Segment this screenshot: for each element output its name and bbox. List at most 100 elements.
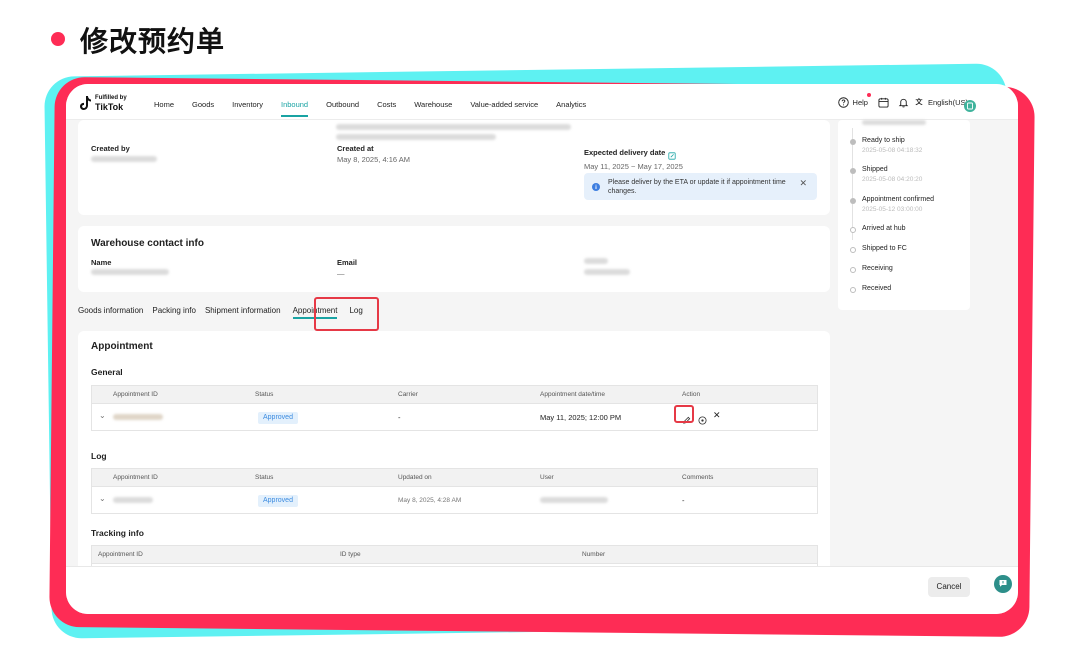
column-header: Action <box>682 391 701 398</box>
expected-delivery-value: May 11, 2025 ~ May 17, 2025 <box>584 162 683 171</box>
chat-icon <box>998 575 1008 593</box>
question-circle-icon <box>838 96 850 108</box>
redacted-appointment-id <box>113 497 153 503</box>
column-header: Status <box>255 474 274 481</box>
redacted-text <box>336 124 571 130</box>
chevron-down-icon[interactable]: ⌄ <box>99 411 106 420</box>
timeline-dot <box>850 139 856 145</box>
appointment-title: Appointment <box>91 341 153 352</box>
carrier-value: - <box>398 413 401 422</box>
column-header: Appointment ID <box>113 474 158 481</box>
appointment-card: Appointment General Appointment ID Statu… <box>78 331 830 575</box>
general-table: Appointment ID Status Carrier Appointmen… <box>91 385 818 431</box>
info-icon <box>592 178 600 196</box>
timeline-label: Shipped to FC <box>862 245 907 252</box>
status-badge: Approved <box>258 495 298 507</box>
column-header: Carrier <box>398 391 418 398</box>
nav-item-costs[interactable]: Costs <box>377 84 396 120</box>
nav-item-inbound[interactable]: Inbound <box>280 84 309 120</box>
timeline-dot <box>850 168 856 174</box>
tracking-info-title: Tracking info <box>91 528 144 538</box>
nav-item-outbound[interactable]: Outbound <box>326 84 359 120</box>
nav-item-inventory[interactable]: Inventory <box>232 84 263 120</box>
nav-menu: Home Goods Inventory Inbound Outbound Co… <box>154 84 604 120</box>
tab-shipment-information[interactable]: Shipment information <box>205 306 281 319</box>
timeline-time: 2025-05-12 03:00:00 <box>862 206 923 213</box>
created-by-label: Created by <box>91 144 130 153</box>
logo-bottom-text: TikTok <box>95 102 124 112</box>
general-title: General <box>91 367 123 377</box>
timeline-dot <box>850 198 856 204</box>
warehouse-contact-title: Warehouse contact info <box>91 238 204 249</box>
redacted-phone <box>584 269 630 275</box>
cancel-appointment-icon[interactable]: ✕ <box>713 410 721 421</box>
top-nav: Fulfilled by TikTok Home Goods Inventory… <box>66 84 1018 120</box>
chevron-down-icon[interactable]: ⌄ <box>99 494 106 503</box>
timeline-label: Received <box>862 285 892 292</box>
created-at-label: Created at <box>337 144 374 153</box>
footer-bar: Cancel <box>66 566 1018 614</box>
column-header: Appointment ID <box>98 551 143 558</box>
redacted-text <box>862 120 926 125</box>
timeline-label: Ready to ship <box>862 137 905 144</box>
translate-icon: 文 <box>915 99 923 106</box>
nav-item-value-added-service[interactable]: Value-added service <box>470 84 538 120</box>
bell-icon[interactable] <box>898 96 910 108</box>
tab-goods-information[interactable]: Goods information <box>78 306 143 319</box>
timeline-dot <box>850 287 856 293</box>
timeline-dot <box>850 227 856 233</box>
logo-top-text: Fulfilled by <box>95 95 127 101</box>
help-button[interactable]: Help <box>838 93 871 108</box>
timeline-dot <box>850 267 856 273</box>
view-icon[interactable] <box>698 412 707 430</box>
contact-email-label: Email <box>337 258 358 267</box>
chat-support-button[interactable] <box>994 575 1012 593</box>
updated-on-value: May 8, 2025, 4:28 AM <box>398 497 462 504</box>
order-info-card: Created by Created at May 8, 2025, 4:16 … <box>78 120 830 215</box>
bullet-dot <box>51 32 65 46</box>
comments-value: - <box>682 496 685 505</box>
eta-notice-banner: Please deliver by the ETA or update it i… <box>584 173 817 200</box>
nav-item-warehouse[interactable]: Warehouse <box>414 84 452 120</box>
timeline-label: Shipped <box>862 166 888 173</box>
table-row: ⌄ Approved - May 11, 2025; 12:00 PM ✕ <box>92 404 817 431</box>
status-badge: Approved <box>258 412 298 424</box>
nav-item-home[interactable]: Home <box>154 84 174 120</box>
table-row: ⌄ Approved May 8, 2025, 4:28 AM - <box>92 487 817 514</box>
timeline-label: Receiving <box>862 265 893 272</box>
slide-title: 修改预约单 <box>80 25 226 58</box>
expected-delivery-label: Expected delivery date <box>584 148 666 157</box>
redacted-text <box>336 134 496 140</box>
log-title: Log <box>91 451 107 461</box>
tab-packing-info[interactable]: Packing info <box>152 306 196 319</box>
redacted-appointment-id <box>113 414 163 420</box>
language-selector[interactable]: 文 English(US) <box>913 96 968 108</box>
column-header: Updated on <box>398 474 432 481</box>
close-icon[interactable]: ✕ <box>799 178 807 189</box>
column-header: ID type <box>340 551 361 558</box>
log-table: Appointment ID Status Updated on User Co… <box>91 468 818 514</box>
app-window: Fulfilled by TikTok Home Goods Inventory… <box>66 84 1018 614</box>
column-header: Appointment date/time <box>540 391 606 398</box>
logo[interactable]: Fulfilled by TikTok <box>80 94 127 112</box>
timeline-time: 2025-05-08 04:20:20 <box>862 176 923 183</box>
cancel-button[interactable]: Cancel <box>928 577 970 597</box>
timeline-time: 2025-05-08 04:18:32 <box>862 147 923 154</box>
column-header: Number <box>582 551 606 558</box>
annotation-highlight-edit <box>674 405 694 423</box>
contact-name-label: Name <box>91 258 112 267</box>
annotation-highlight-tab <box>314 297 379 331</box>
column-header: Appointment ID <box>113 391 158 398</box>
slide: 修改预约单 Fulfilled by TikTok Home Goods Inv… <box>0 0 1080 646</box>
nav-utilities: Help 文 English(US) <box>838 93 978 108</box>
avatar[interactable] <box>964 99 976 117</box>
redacted-created-by <box>91 156 157 162</box>
calendar-icon[interactable] <box>878 96 890 108</box>
nav-item-analytics[interactable]: Analytics <box>556 84 586 120</box>
table-header: Appointment ID Status Updated on User Co… <box>92 469 817 487</box>
nav-item-goods[interactable]: Goods <box>192 84 214 120</box>
table-header: Appointment ID ID type Number <box>92 546 817 564</box>
appointment-datetime: May 11, 2025; 12:00 PM <box>540 413 622 422</box>
column-header: User <box>540 474 554 481</box>
redacted-user <box>540 497 608 503</box>
